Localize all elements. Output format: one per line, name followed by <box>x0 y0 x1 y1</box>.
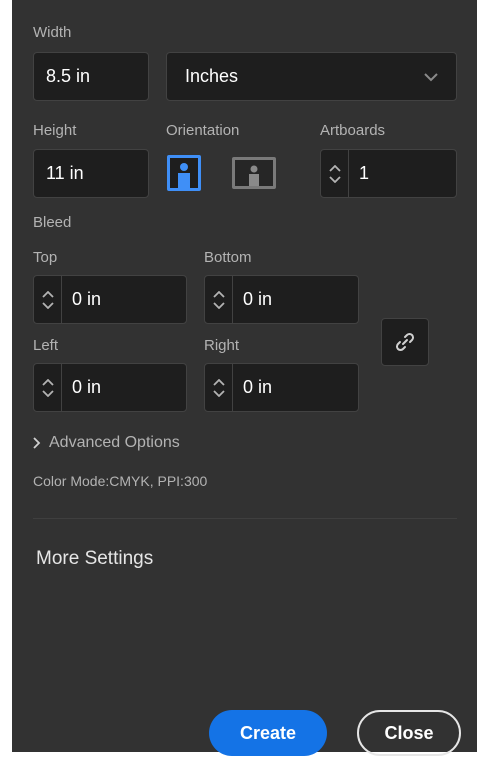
link-icon <box>395 332 415 352</box>
landscape-orientation-button[interactable] <box>232 157 276 189</box>
bleed-label: Bleed <box>33 214 72 231</box>
chevron-right-icon <box>33 437 41 449</box>
chevron-up-icon[interactable] <box>212 378 225 386</box>
landscape-person-icon <box>249 165 259 186</box>
bleed-top-value: 0 in <box>72 289 102 309</box>
bleed-bottom-stepper-arrows[interactable] <box>205 276 233 323</box>
width-value: 8.5 in <box>46 66 91 86</box>
chevron-down-icon[interactable] <box>41 389 54 397</box>
document-preset-panel: Width 8.5 in Inches Height Orientation A… <box>12 0 477 756</box>
chevron-down-icon[interactable] <box>328 175 341 183</box>
color-mode-info: Color Mode:CMYK, PPI:300 <box>33 473 208 489</box>
bleed-left-stepper[interactable]: 0 in <box>33 363 187 412</box>
portrait-person-icon <box>178 163 190 188</box>
width-label: Width <box>33 24 72 41</box>
link-bleed-button[interactable] <box>381 318 429 366</box>
height-label: Height <box>33 122 77 139</box>
bleed-right-value: 0 in <box>243 377 273 397</box>
chevron-down-icon[interactable] <box>212 301 225 309</box>
artboards-stepper-arrows[interactable] <box>321 150 349 197</box>
chevron-up-icon[interactable] <box>328 164 341 172</box>
bleed-bottom-stepper[interactable]: 0 in <box>204 275 359 324</box>
artboards-label: Artboards <box>320 122 386 139</box>
bleed-left-value: 0 in <box>72 377 102 397</box>
divider <box>33 518 457 519</box>
bleed-bottom-label: Bottom <box>204 249 252 266</box>
artboards-stepper[interactable]: 1 <box>320 149 457 198</box>
chevron-down-icon[interactable] <box>41 301 54 309</box>
advanced-options-label: Advanced Options <box>49 434 180 451</box>
bleed-left-stepper-arrows[interactable] <box>34 364 62 411</box>
portrait-orientation-button[interactable] <box>167 155 201 191</box>
chevron-up-icon[interactable] <box>212 290 225 298</box>
chevron-down-icon[interactable] <box>212 389 225 397</box>
close-button[interactable]: Close <box>357 710 461 756</box>
chevron-down-icon <box>424 66 438 87</box>
bleed-right-label: Right <box>204 337 240 354</box>
more-settings-button[interactable]: More Settings <box>36 548 153 570</box>
bleed-right-stepper[interactable]: 0 in <box>204 363 359 412</box>
bleed-top-label: Top <box>33 249 58 266</box>
chevron-up-icon[interactable] <box>41 378 54 386</box>
bleed-left-label: Left <box>33 337 59 354</box>
units-value: Inches <box>185 66 239 86</box>
units-dropdown[interactable]: Inches <box>166 52 457 101</box>
advanced-options-toggle[interactable]: Advanced Options <box>33 434 180 452</box>
chevron-up-icon[interactable] <box>41 290 54 298</box>
bleed-bottom-value: 0 in <box>243 289 273 309</box>
create-button[interactable]: Create <box>209 710 327 756</box>
width-input[interactable]: 8.5 in <box>33 52 149 101</box>
orientation-label: Orientation <box>166 122 240 139</box>
bleed-top-stepper-arrows[interactable] <box>34 276 62 323</box>
bleed-top-stepper[interactable]: 0 in <box>33 275 187 324</box>
height-value: 11 in <box>46 163 84 183</box>
artboards-value: 1 <box>359 163 370 183</box>
bleed-right-stepper-arrows[interactable] <box>205 364 233 411</box>
height-input[interactable]: 11 in <box>33 149 149 198</box>
